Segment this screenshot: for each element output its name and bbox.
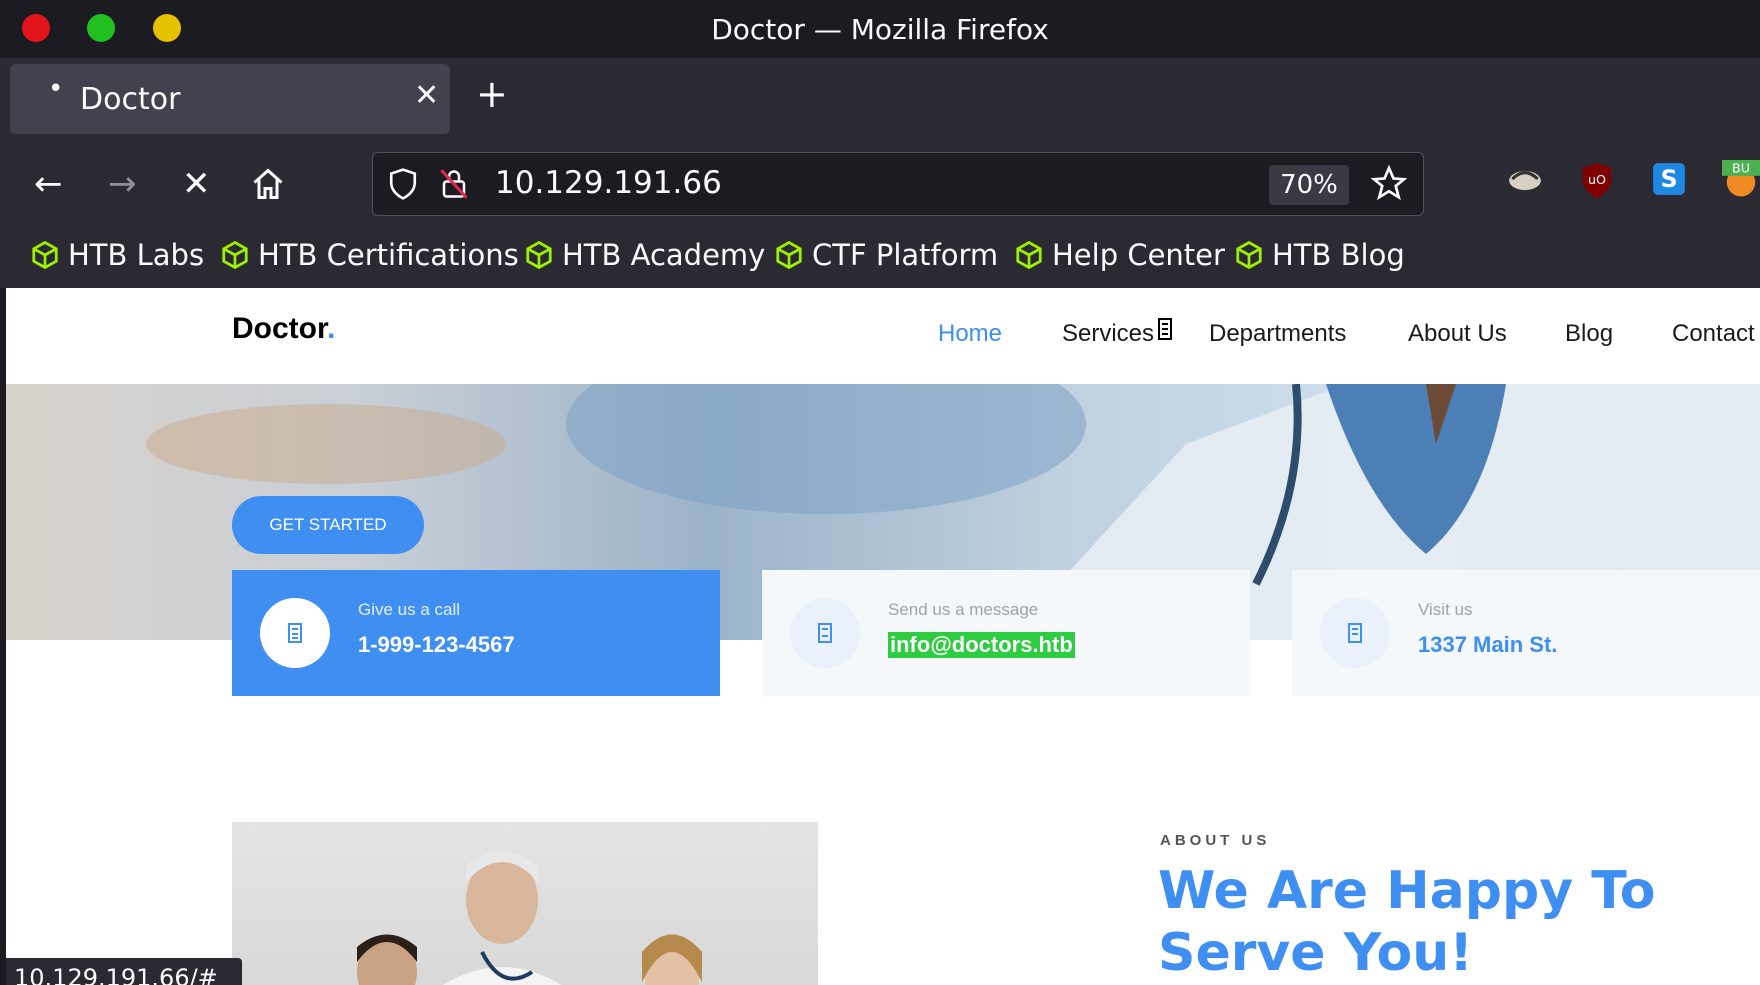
dropdown-icon	[1158, 318, 1172, 346]
nav-contact[interactable]: Contact	[1672, 320, 1755, 348]
site-header: Doctor. Home Services Departments About …	[6, 288, 1760, 384]
new-tab-button[interactable]: +	[476, 72, 508, 116]
bookmark-label: HTB Certifications	[258, 238, 519, 272]
foxyproxy-extension-icon[interactable]	[1506, 160, 1544, 198]
tab-close-icon[interactable]: ✕	[414, 78, 439, 113]
burp-extension-icon[interactable]: BU	[1722, 160, 1760, 198]
bookmark-htb-labs[interactable]: HTB Labs	[30, 238, 204, 272]
stop-button[interactable]: ✕	[182, 162, 211, 206]
s-extension-icon[interactable]: S	[1650, 160, 1688, 198]
brand-dot: .	[327, 312, 336, 345]
bookmarks-toolbar: HTB Labs HTB Certifications HTB Academy …	[0, 228, 1760, 288]
phone-number[interactable]: 1-999-123-4567	[358, 632, 515, 658]
tracking-protection-shield-icon[interactable]	[387, 167, 419, 205]
url-bar[interactable]: 10.129.191.66 70%	[372, 152, 1424, 216]
brand-name: Doctor	[232, 312, 328, 345]
htb-cube-icon	[1236, 240, 1262, 270]
insecure-lock-icon[interactable]	[439, 167, 469, 205]
zoom-level-badge[interactable]: 70%	[1269, 165, 1349, 205]
bookmark-htb-academy[interactable]: HTB Academy	[524, 238, 765, 272]
tab-title: Doctor	[80, 82, 181, 117]
nav-about-us[interactable]: About Us	[1408, 320, 1507, 348]
bookmark-ctf-platform[interactable]: CTF Platform	[774, 238, 998, 272]
htb-cube-icon	[32, 240, 58, 270]
url-text[interactable]: 10.129.191.66	[495, 165, 722, 201]
tab-doctor[interactable]: • Doctor ✕	[10, 64, 450, 134]
ublock-origin-extension-icon[interactable]: uO	[1578, 160, 1616, 198]
about-us-heading: We Are Happy To Serve You!	[1158, 861, 1656, 983]
htb-cube-icon	[776, 240, 802, 270]
htb-cube-icon	[1016, 240, 1042, 270]
nav-services[interactable]: Services	[1062, 320, 1154, 348]
about-us-tag: ABOUT US	[1160, 832, 1271, 849]
call-card: Give us a call 1-999-123-4567	[232, 570, 720, 696]
status-bar-link: 10.129.191.66/#	[6, 958, 242, 985]
site-brand[interactable]: Doctor.	[232, 312, 335, 346]
window-titlebar: Doctor — Mozilla Firefox	[0, 0, 1760, 58]
window-title: Doctor — Mozilla Firefox	[711, 13, 1049, 46]
navigation-toolbar: ← → ✕ 10.129.191.66 70% uO S BU	[0, 140, 1760, 228]
bookmark-help-center[interactable]: Help Center	[1014, 238, 1225, 272]
htb-cube-icon	[526, 240, 552, 270]
call-card-label: Give us a call	[358, 600, 461, 619]
visit-card: Visit us 1337 Main St.	[1292, 570, 1760, 696]
visit-card-label: Visit us	[1418, 600, 1473, 619]
svg-text:S: S	[1660, 165, 1677, 193]
bookmark-label: HTB Academy	[562, 238, 766, 272]
back-button[interactable]: ←	[34, 162, 63, 206]
bookmark-label: CTF Platform	[812, 238, 999, 272]
nav-departments[interactable]: Departments	[1209, 320, 1346, 348]
get-started-button[interactable]: GET STARTED	[232, 496, 424, 554]
doctors-team-image	[232, 822, 818, 985]
tab-loading-dot: •	[48, 74, 64, 104]
message-card: Send us a message info@doctors.htb	[762, 570, 1250, 696]
forward-button[interactable]: →	[108, 162, 137, 206]
envelope-icon	[790, 598, 860, 668]
svg-text:uO: uO	[1588, 172, 1606, 187]
phone-icon	[260, 598, 330, 668]
message-card-label: Send us a message	[888, 600, 1039, 619]
bookmark-label: HTB Blog	[1272, 238, 1405, 272]
bookmark-htb-certifications[interactable]: HTB Certifications	[220, 238, 519, 272]
web-page: Doctor. Home Services Departments About …	[6, 288, 1760, 985]
bookmark-label: Help Center	[1052, 238, 1225, 272]
nav-home[interactable]: Home	[938, 320, 1002, 348]
bookmark-label: HTB Labs	[68, 238, 205, 272]
svg-text:BU: BU	[1732, 161, 1750, 176]
email-address[interactable]: info@doctors.htb	[888, 632, 1075, 658]
nav-blog[interactable]: Blog	[1565, 320, 1613, 348]
location-icon	[1320, 598, 1390, 668]
street-address[interactable]: 1337 Main St.	[1418, 632, 1557, 658]
bookmark-star-icon[interactable]	[1370, 164, 1408, 205]
home-icon[interactable]	[250, 166, 286, 213]
bookmark-htb-blog[interactable]: HTB Blog	[1234, 238, 1405, 272]
htb-cube-icon	[222, 240, 248, 270]
tab-strip: • Doctor ✕ +	[0, 58, 1760, 140]
